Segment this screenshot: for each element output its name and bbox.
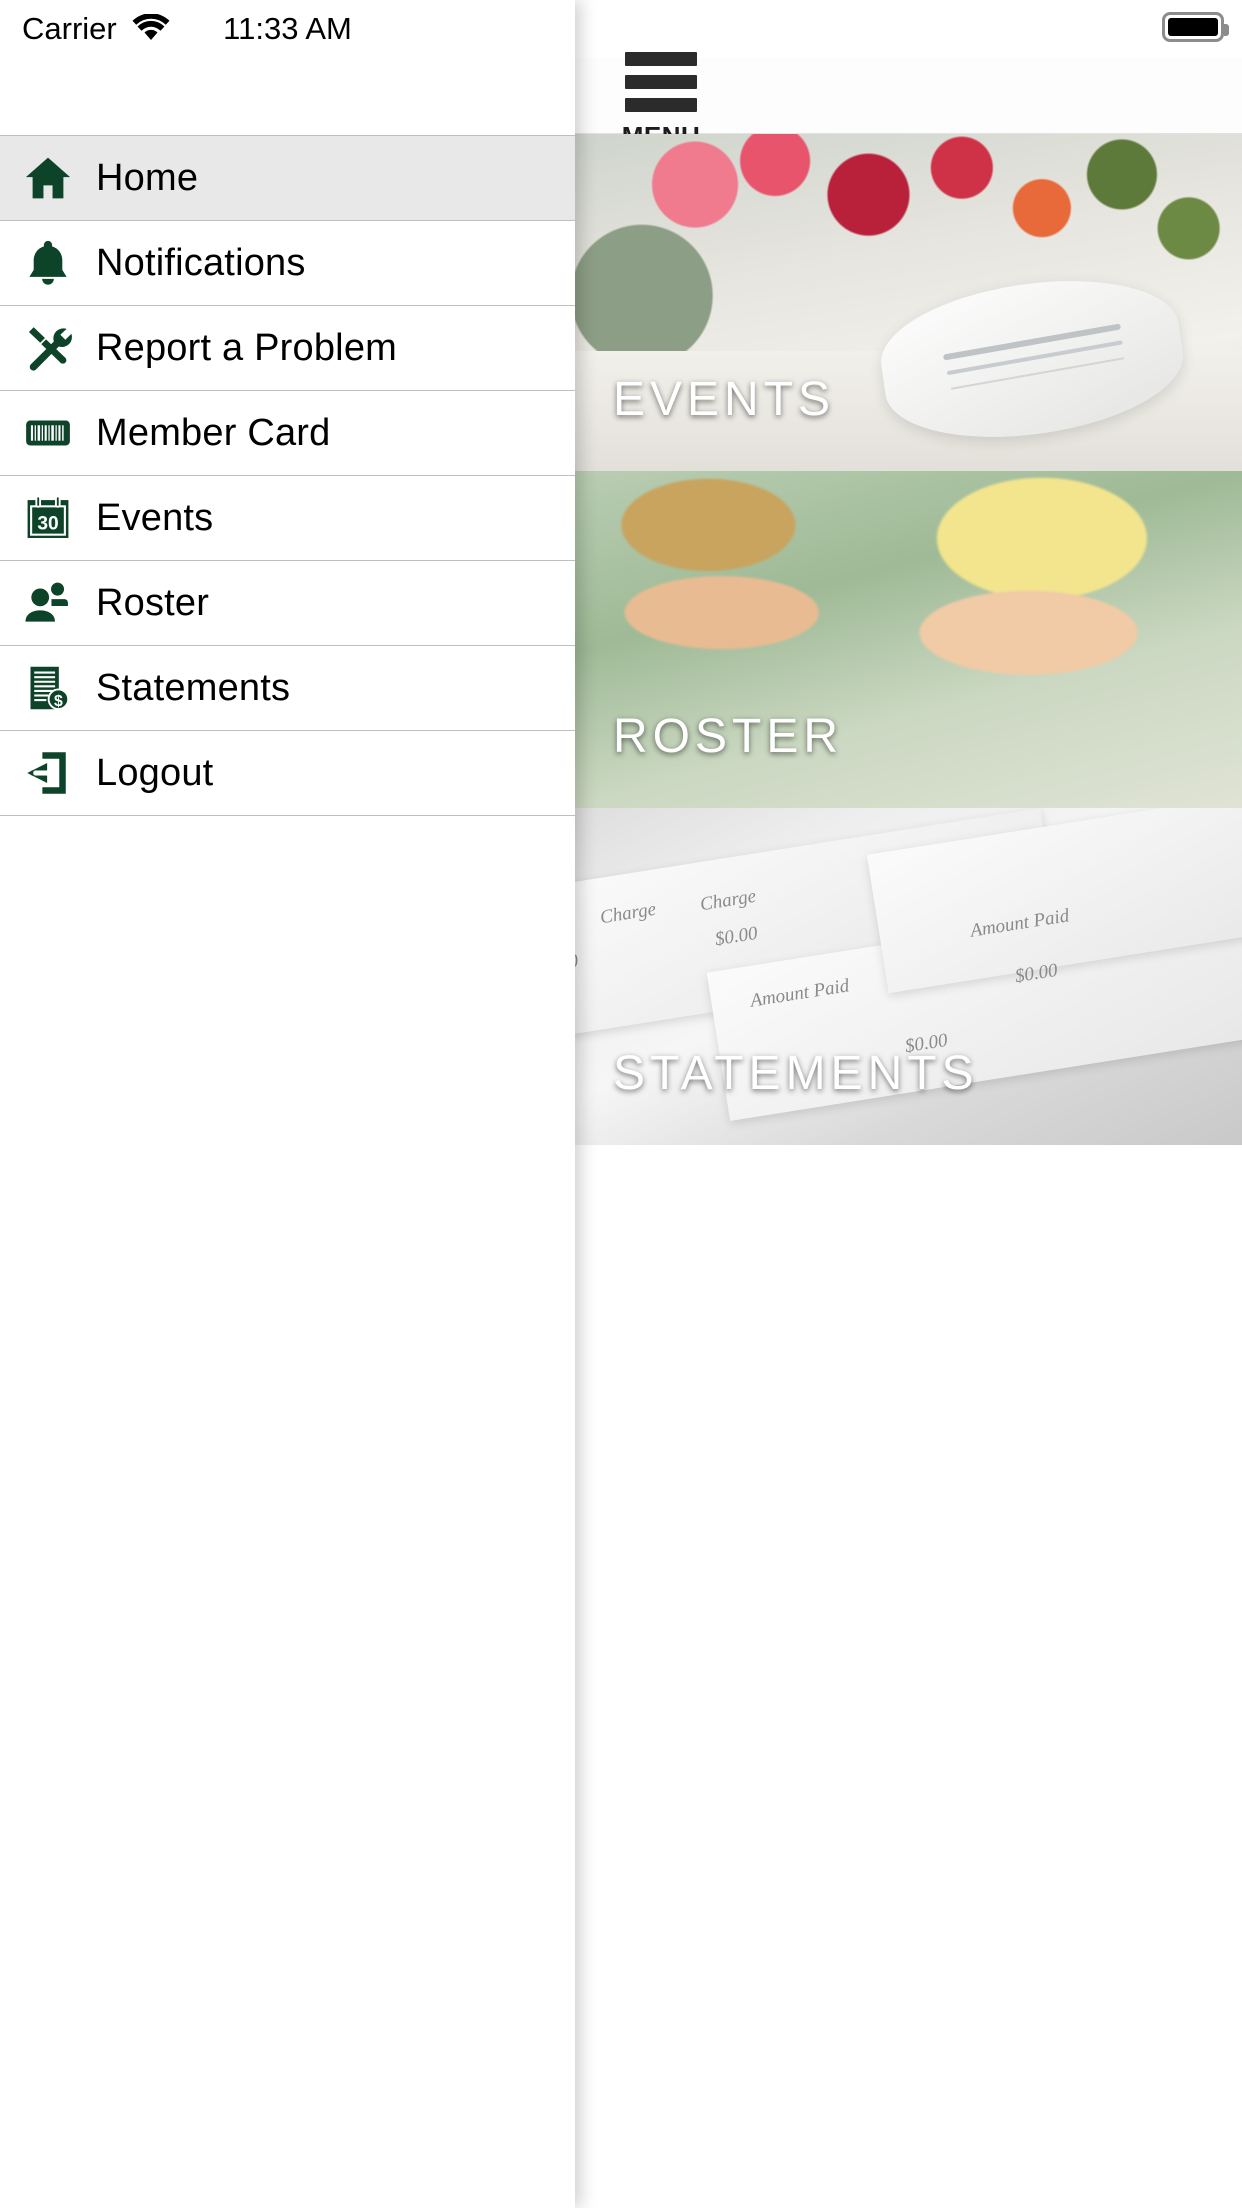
home-card-label: ROSTER [613, 710, 844, 763]
home-icon [0, 152, 96, 204]
svg-text:$: $ [54, 693, 63, 710]
home-card-label: EVENTS [613, 373, 836, 426]
bell-icon [0, 237, 96, 289]
logout-icon [0, 747, 96, 799]
tools-icon [0, 322, 96, 374]
sidebar-item-label: Notifications [96, 241, 306, 284]
calendar-day-number: 30 [37, 514, 58, 535]
sidebar-item-events[interactable]: 30 Events [0, 476, 575, 561]
people-icon [0, 577, 96, 629]
sidebar-item-label: Logout [96, 751, 214, 794]
sidebar-item-label: Events [96, 496, 214, 539]
side-drawer: Carrier 11:33 AM Home Notifications Repo… [0, 0, 575, 2208]
home-card-events[interactable]: EVENTS [575, 134, 1242, 471]
battery-full-icon [1162, 12, 1229, 42]
sidebar-item-roster[interactable]: Roster [0, 561, 575, 646]
hamburger-menu-icon [625, 75, 697, 89]
calendar-icon: 30 [0, 493, 96, 543]
sidebar-item-label: Roster [96, 581, 210, 624]
sidebar-item-label: Member Card [96, 411, 331, 454]
sidebar-item-home[interactable]: Home [0, 136, 575, 221]
home-card-roster[interactable]: ROSTER [575, 471, 1242, 808]
home-card-label: STATEMENTS [613, 1047, 979, 1100]
hamburger-menu-icon [625, 98, 697, 112]
drawer-status-bar: Carrier 11:33 AM [0, 0, 575, 58]
sidebar-item-report-a-problem[interactable]: Report a Problem [0, 306, 575, 391]
sidebar-item-logout[interactable]: Logout [0, 731, 575, 816]
home-card-statements[interactable]: Charge 0.00 Charge $0.00 Amount Paid $0.… [575, 808, 1242, 1145]
sidebar-item-statements[interactable]: $ Statements [0, 646, 575, 731]
sidebar-item-member-card[interactable]: Member Card [0, 391, 575, 476]
sidebar-item-label: Home [96, 156, 199, 199]
barcode-icon [0, 408, 96, 458]
wifi-icon [131, 14, 171, 44]
sidebar-item-notifications[interactable]: Notifications [0, 221, 575, 306]
drawer-spacer [0, 58, 575, 135]
drawer-menu-list: Home Notifications Report a Problem Memb… [0, 135, 575, 816]
carrier-label: Carrier [22, 11, 117, 46]
hamburger-menu-icon [625, 52, 697, 66]
sidebar-item-label: Statements [96, 666, 291, 709]
document-dollar-icon: $ [0, 663, 96, 713]
sidebar-item-label: Report a Problem [96, 326, 398, 369]
